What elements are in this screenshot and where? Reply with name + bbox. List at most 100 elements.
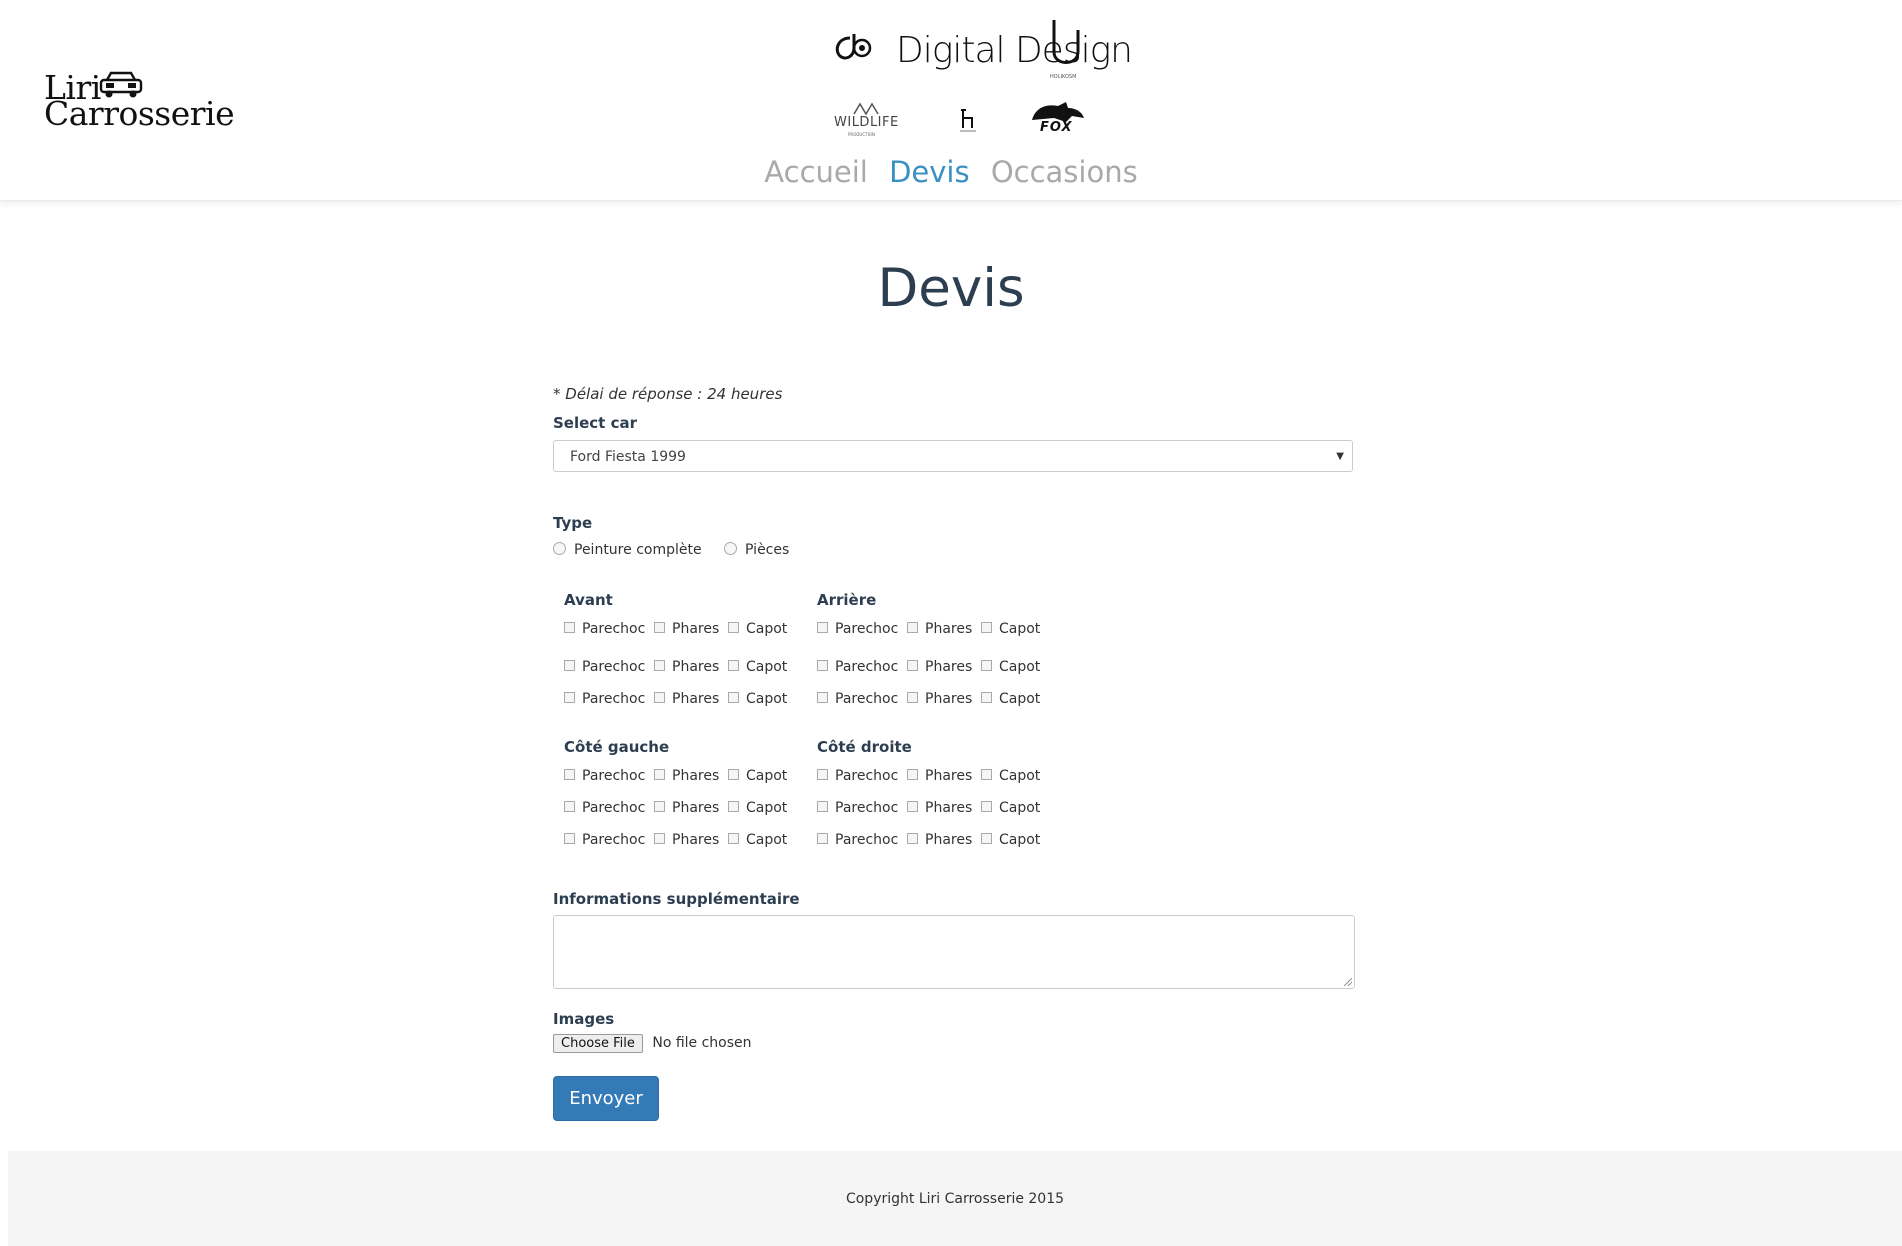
checkbox-item-cote-gauche[interactable]: Capot <box>728 832 787 848</box>
checkbox-item-avant[interactable]: Parechoc <box>564 659 645 675</box>
checkbox[interactable] <box>981 660 992 671</box>
nav-devis[interactable]: Devis <box>889 155 970 189</box>
checkbox-item-cote-droite[interactable]: Parechoc <box>817 768 898 784</box>
checkbox[interactable] <box>907 833 918 844</box>
checkbox[interactable] <box>728 692 739 703</box>
checkbox-item-cote-droite[interactable]: Capot <box>981 768 1040 784</box>
checkbox-item-avant[interactable]: Capot <box>728 691 787 707</box>
checkbox-item-avant[interactable]: Capot <box>728 659 787 675</box>
checkbox-item-arriere[interactable]: Phares <box>907 691 972 707</box>
eye-logo-icon <box>835 34 872 60</box>
images-label: Images <box>553 1010 615 1028</box>
checkbox[interactable] <box>654 692 665 703</box>
checkbox[interactable] <box>981 622 992 633</box>
checkbox-item-cote-droite[interactable]: Phares <box>907 832 972 848</box>
checkbox-item-cote-gauche[interactable]: Phares <box>654 768 719 784</box>
checkbox[interactable] <box>907 622 918 633</box>
checkbox-item-cote-droite[interactable]: Capot <box>981 800 1040 816</box>
checkbox[interactable] <box>728 833 739 844</box>
checkbox[interactable] <box>817 769 828 780</box>
checkbox[interactable] <box>981 801 992 812</box>
response-delay-note: * Délai de réponse : 24 heures <box>553 385 783 403</box>
checkbox[interactable] <box>817 660 828 671</box>
nav-occasions[interactable]: Occasions <box>991 155 1138 189</box>
partner-logo-fox: FOX <box>1026 100 1090 138</box>
checkbox-item-cote-droite[interactable]: Phares <box>907 800 972 816</box>
submit-button[interactable]: Envoyer <box>553 1076 659 1121</box>
info-label: Informations supplémentaire <box>553 890 800 908</box>
checkbox-item-cote-droite[interactable]: Parechoc <box>817 800 898 816</box>
checkbox-item-arriere[interactable]: Capot <box>981 621 1040 637</box>
checkbox[interactable] <box>817 833 828 844</box>
type-option-pieces[interactable]: Pièces <box>724 542 789 558</box>
checkbox[interactable] <box>728 769 739 780</box>
checkbox[interactable] <box>981 833 992 844</box>
checkbox-item-cote-gauche[interactable]: Phares <box>654 800 719 816</box>
checkbox-item-cote-gauche[interactable]: Parechoc <box>564 832 645 848</box>
checkbox-item-cote-droite[interactable]: Phares <box>907 768 972 784</box>
group-avant-title: Avant <box>564 591 613 609</box>
checkbox[interactable] <box>728 660 739 671</box>
checkbox[interactable] <box>907 660 918 671</box>
choose-file-button[interactable]: Choose File <box>553 1034 643 1053</box>
checkbox[interactable] <box>564 769 575 780</box>
checkbox[interactable] <box>654 622 665 633</box>
checkbox-item-arriere[interactable]: Parechoc <box>817 659 898 675</box>
checkbox-item-cote-gauche[interactable]: Capot <box>728 768 787 784</box>
checkbox-item-cote-droite[interactable]: Parechoc <box>817 832 898 848</box>
checkbox-item-avant[interactable]: Phares <box>654 621 719 637</box>
checkbox-item-cote-droite[interactable]: Capot <box>981 832 1040 848</box>
checkbox[interactable] <box>564 622 575 633</box>
checkbox[interactable] <box>907 801 918 812</box>
checkbox-label: Phares <box>672 621 720 637</box>
brand-logo[interactable]: Liri Carrosserie <box>44 70 235 134</box>
radio-peinture-label: Peinture complète <box>574 542 702 558</box>
checkbox-item-avant[interactable]: Phares <box>654 659 719 675</box>
checkbox[interactable] <box>728 622 739 633</box>
checkbox[interactable] <box>817 801 828 812</box>
checkbox-item-arriere[interactable]: Phares <box>907 659 972 675</box>
checkbox-item-arriere[interactable]: Capot <box>981 659 1040 675</box>
main-nav: Accueil Devis Occasions <box>0 155 1902 189</box>
checkbox-item-arriere[interactable]: Parechoc <box>817 621 898 637</box>
checkbox[interactable] <box>654 801 665 812</box>
checkbox-item-arriere[interactable]: Phares <box>907 621 972 637</box>
checkbox[interactable] <box>654 833 665 844</box>
checkbox-item-avant[interactable]: Parechoc <box>564 621 645 637</box>
nav-accueil[interactable]: Accueil <box>764 155 868 189</box>
checkbox[interactable] <box>981 769 992 780</box>
checkbox-item-arriere[interactable]: Capot <box>981 691 1040 707</box>
checkbox-item-arriere[interactable]: Parechoc <box>817 691 898 707</box>
checkbox[interactable] <box>564 833 575 844</box>
checkbox-item-cote-gauche[interactable]: Capot <box>728 800 787 816</box>
checkbox[interactable] <box>654 660 665 671</box>
resize-grip-icon[interactable] <box>1344 978 1352 986</box>
checkbox[interactable] <box>907 692 918 703</box>
checkbox-item-avant[interactable]: Capot <box>728 621 787 637</box>
info-textarea[interactable] <box>553 915 1355 989</box>
checkbox-item-cote-gauche[interactable]: Phares <box>654 832 719 848</box>
checkbox[interactable] <box>654 769 665 780</box>
checkbox[interactable] <box>728 801 739 812</box>
checkbox[interactable] <box>817 622 828 633</box>
checkbox-item-avant[interactable]: Parechoc <box>564 691 645 707</box>
checkbox-item-avant[interactable]: Phares <box>654 691 719 707</box>
type-option-peinture[interactable]: Peinture complète <box>553 542 702 558</box>
radio-peinture[interactable] <box>553 542 566 555</box>
checkbox-item-cote-gauche[interactable]: Parechoc <box>564 800 645 816</box>
checkbox-label: Capot <box>999 621 1041 637</box>
checkbox[interactable] <box>907 769 918 780</box>
file-status: No file chosen <box>652 1035 752 1051</box>
radio-pieces[interactable] <box>724 542 738 555</box>
checkbox-label: Phares <box>925 659 973 675</box>
car-select[interactable]: Ford Fiesta 1999 ▼ <box>553 440 1353 472</box>
checkbox[interactable] <box>564 801 575 812</box>
checkbox[interactable] <box>564 660 575 671</box>
type-radio-group: Peinture complète Pièces <box>553 542 807 558</box>
checkbox[interactable] <box>817 692 828 703</box>
checkbox-item-cote-gauche[interactable]: Parechoc <box>564 768 645 784</box>
checkbox[interactable] <box>981 692 992 703</box>
checkbox-label: Capot <box>746 768 788 784</box>
page-title: Devis <box>877 258 1025 319</box>
checkbox[interactable] <box>564 692 575 703</box>
